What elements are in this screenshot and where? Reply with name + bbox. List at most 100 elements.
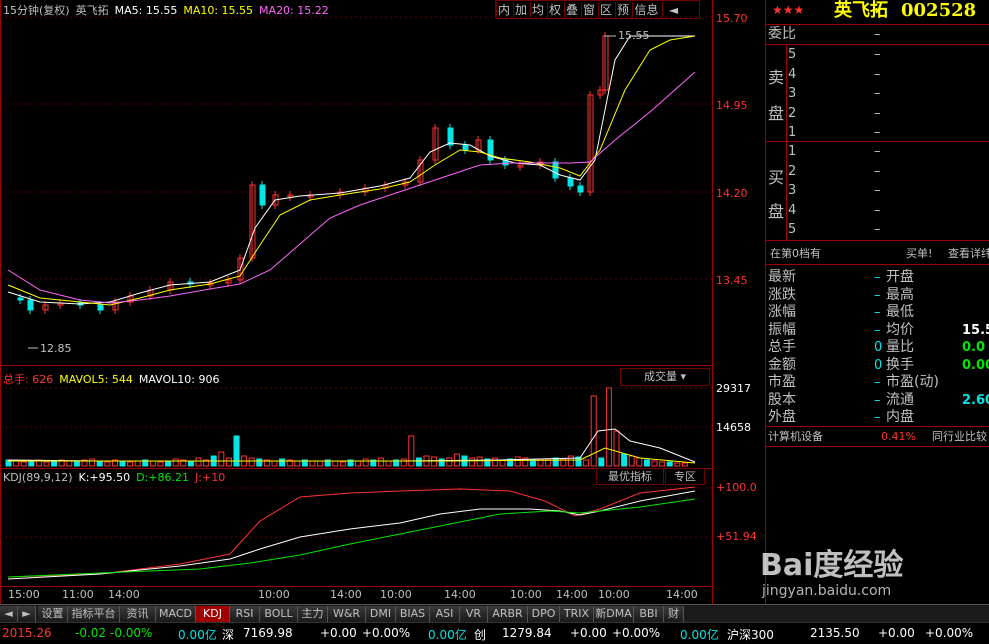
buy-level-row: 5– — [788, 222, 881, 237]
stat-row: 股本–流通2.60 — [768, 391, 989, 408]
volume-chart[interactable] — [0, 366, 712, 468]
index-change: +0.00 — [570, 626, 607, 640]
volume-bar — [628, 455, 635, 467]
volume-bar — [674, 462, 681, 467]
volume-bar — [438, 458, 445, 467]
tab-dmi[interactable]: DMI — [366, 606, 396, 622]
tab-bias[interactable]: BIAS — [396, 606, 430, 622]
industry-row[interactable]: 计算机设备 0.41% 同行业比较 — [766, 428, 989, 445]
stat-row: 金额0换手0.00 — [768, 356, 989, 373]
rating-stars: ★★★ — [772, 3, 805, 17]
stat-row: 市盈 – 市盈(动) — [768, 374, 939, 390]
time-tick-label: 14:00 — [556, 588, 588, 601]
tab-kdj[interactable]: KDJ — [196, 606, 230, 622]
tab-vr[interactable]: VR — [460, 606, 488, 622]
tab-[interactable]: 指标平台 — [68, 606, 120, 622]
candle-body — [552, 161, 559, 179]
volume-bar — [567, 455, 574, 467]
stock-title: 英飞拓 — [834, 0, 888, 21]
tab-arbr[interactable]: ARBR — [488, 606, 528, 622]
volume-bar — [355, 460, 362, 467]
index-value: 7169.98 — [243, 626, 293, 640]
volume-bar — [96, 460, 103, 467]
baidu-watermark-url: jingyan.baidu.com — [762, 583, 892, 599]
price-axis-label: 13.45 — [716, 274, 748, 287]
volume-bar — [104, 461, 111, 467]
index-value: 2135.50 — [810, 626, 860, 640]
volume-bar — [248, 457, 255, 467]
buy-side-label: 盘 — [768, 202, 785, 221]
volume-bar — [149, 460, 156, 467]
kdj-chart[interactable] — [0, 469, 712, 586]
candle-body — [97, 304, 104, 311]
stat-row: 涨跌 – 最高 — [768, 286, 914, 303]
volume-bar — [28, 460, 35, 467]
kdj-j-line — [7, 486, 696, 578]
volume-bar — [225, 457, 232, 467]
stat-row: 外盘 – 内盘 — [768, 409, 914, 425]
index-amount: 0.00亿 — [428, 628, 467, 642]
time-tick-label: 14:00 — [666, 588, 698, 601]
baidu-watermark-logo: Bai度经验 — [760, 548, 904, 583]
time-tick-label: 14:00 — [108, 588, 140, 601]
time-tick-label: 10:00 — [258, 588, 290, 601]
tab-trix[interactable]: TRIX — [560, 606, 594, 622]
volume-bar — [529, 459, 536, 467]
ma5-line — [7, 35, 695, 305]
tab-macd[interactable]: MACD — [156, 606, 196, 622]
industry-compare-link[interactable]: 同行业比较 — [932, 428, 987, 445]
sell-level-row: 4– — [788, 66, 881, 82]
volume-bar — [545, 459, 552, 467]
volume-bar — [195, 457, 202, 467]
volume-bar — [119, 460, 126, 467]
tab-[interactable]: 主力 — [298, 606, 328, 622]
chart-area[interactable]: 15分钟(复权) 英飞拓 MA5: 15.55 MA10: 15.55 MA20: 15… — [0, 0, 757, 604]
tab-dpo[interactable]: DPO — [528, 606, 560, 622]
tab-asi[interactable]: ASI — [430, 606, 460, 622]
tab-wr[interactable]: W&R — [328, 606, 366, 622]
volume-bar — [317, 460, 324, 467]
queue-buy-link[interactable]: 买单! — [906, 245, 932, 262]
stat-row: 涨幅 – 最低 — [768, 304, 914, 320]
tab-scroll-left-icon[interactable]: ◄ — [0, 606, 18, 622]
high-price-marker: 15.55 — [618, 29, 650, 42]
time-tick-label: 10:00 — [510, 588, 542, 601]
tab-[interactable]: 设置 — [38, 606, 68, 622]
kdj-axis-label: +100.0 — [716, 481, 757, 494]
kdj-k-line — [7, 490, 696, 580]
volume-axis-label: 14658 — [716, 421, 751, 434]
volume-axis-label: 29317 — [716, 382, 751, 395]
volume-bar — [476, 456, 483, 467]
tab-rsi[interactable]: RSI — [230, 606, 260, 622]
tab-[interactable]: 财 — [664, 606, 684, 622]
index-name: 创 — [474, 628, 487, 642]
sell-level-row: 1– — [788, 125, 881, 140]
index-change-pct: +0.00% — [362, 626, 411, 640]
candlestick-chart[interactable] — [0, 0, 712, 365]
price-axis-label: 14.20 — [716, 187, 748, 200]
volume-bar — [659, 461, 666, 467]
queue-row: 在第0档有 买单! 查看详纬 — [766, 245, 989, 262]
kdj-axis-label: +51.94 — [716, 530, 757, 543]
tab-bbi[interactable]: BBI — [634, 606, 664, 622]
time-tick-label: 15:00 — [8, 588, 40, 601]
volume-bar — [13, 460, 20, 467]
market-status-bar: 2015.26 -0.02 -0.00% 0.00亿 深 7169.98 +0.… — [0, 622, 989, 644]
tab-scroll-right-icon[interactable]: ► — [18, 606, 36, 622]
time-tick-label: 10:00 — [598, 588, 630, 601]
volume-bar — [187, 460, 194, 467]
volume-bar — [681, 462, 688, 467]
index-change: -0.02 — [75, 626, 107, 640]
tab-dma[interactable]: 新DMA — [594, 606, 634, 622]
tab-boll[interactable]: BOLL — [260, 606, 298, 622]
volume-bar — [666, 461, 673, 467]
volume-bar — [590, 395, 597, 467]
tab-[interactable]: 资讯 — [120, 606, 156, 622]
stat-row: 振幅–均价15.5 — [768, 321, 989, 338]
index-change: +0.00 — [878, 626, 915, 640]
volume-bar — [651, 460, 658, 467]
index-amount: 0.00亿 — [178, 628, 217, 642]
buy-side-label: 买 — [768, 168, 785, 187]
queue-detail-link[interactable]: 查看详纬 — [948, 245, 989, 262]
candle-body — [27, 299, 34, 311]
